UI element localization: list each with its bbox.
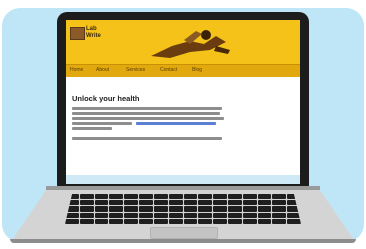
- keyboard-key: [94, 212, 109, 218]
- keyboard-key: [242, 212, 257, 218]
- keyboard-key: [242, 206, 257, 212]
- keyboard-key: [153, 200, 168, 206]
- keyboard-key: [94, 200, 109, 206]
- keyboard-key: [227, 194, 242, 200]
- logo-icon[interactable]: [70, 27, 85, 40]
- keyboard-key: [227, 218, 242, 224]
- keyboard-key: [227, 212, 242, 218]
- paragraph-line: [72, 117, 224, 120]
- site-nav: Home About Services Contact Blog: [66, 64, 300, 77]
- keyboard-key: [242, 218, 257, 224]
- keyboard-key: [124, 194, 139, 200]
- keyboard-key: [168, 200, 183, 206]
- laptop-keyboard: [65, 194, 301, 224]
- keyboard-key: [94, 206, 109, 212]
- keyboard-key: [79, 218, 94, 224]
- keyboard-key: [183, 206, 198, 212]
- paragraph-line: [72, 127, 112, 130]
- keyboard-key: [183, 194, 198, 200]
- keyboard-key: [139, 218, 153, 224]
- keyboard-key: [272, 200, 287, 206]
- keyboard-key: [198, 200, 213, 206]
- laptop-screen: Lab Write Home About Services Contact Bl…: [66, 20, 300, 184]
- keyboard-key: [124, 206, 139, 212]
- keyboard-key: [79, 194, 94, 200]
- keyboard-key: [168, 206, 183, 212]
- keyboard-key: [153, 206, 168, 212]
- keyboard-key: [139, 206, 153, 212]
- keyboard-key: [198, 218, 213, 224]
- keyboard-key: [79, 212, 94, 218]
- keyboard-key: [183, 218, 198, 224]
- nav-item-contact[interactable]: Contact: [160, 67, 177, 73]
- keyboard-key: [109, 218, 124, 224]
- keyboard-key: [124, 218, 139, 224]
- keyboard-key: [213, 212, 227, 218]
- page-footer-bar: [66, 175, 300, 184]
- keyboard-key: [213, 200, 227, 206]
- laptop-lid: Lab Write Home About Services Contact Bl…: [57, 12, 309, 188]
- keyboard-key: [79, 200, 94, 206]
- keyboard-key: [153, 194, 168, 200]
- keyboard-key: [139, 212, 153, 218]
- nav-item-home[interactable]: Home: [70, 67, 83, 73]
- keyboard-key: [198, 206, 213, 212]
- nav-item-about[interactable]: About: [96, 67, 109, 73]
- keyboard-key: [198, 194, 213, 200]
- keyboard-key: [139, 200, 153, 206]
- keyboard-key: [257, 200, 272, 206]
- keyboard-key: [257, 218, 272, 224]
- page-content: Unlock your health: [66, 77, 300, 184]
- keyboard-key: [213, 218, 227, 224]
- page-title: Unlock your health: [72, 94, 140, 103]
- keyboard-key: [153, 212, 168, 218]
- keyboard-key: [139, 194, 153, 200]
- keyboard-key: [198, 212, 213, 218]
- keyboard-key: [168, 218, 183, 224]
- paragraph-line: [72, 107, 222, 110]
- site-header: Lab Write: [66, 20, 300, 64]
- keyboard-key: [65, 218, 79, 224]
- keyboard-key: [79, 206, 94, 212]
- keyboard-key: [242, 194, 257, 200]
- keyboard-key: [287, 218, 301, 224]
- keyboard-key: [213, 194, 227, 200]
- keyboard-key: [213, 206, 227, 212]
- keyboard-key: [183, 212, 198, 218]
- keyboard-key: [109, 200, 124, 206]
- keyboard-key: [257, 194, 272, 200]
- keyboard-key: [94, 194, 109, 200]
- paragraph-line: [72, 122, 132, 125]
- site-brand[interactable]: Lab Write: [86, 26, 112, 40]
- keyboard-key: [272, 218, 287, 224]
- keyboard-key: [257, 212, 272, 218]
- keyboard-key: [227, 200, 242, 206]
- keyboard-key: [168, 212, 183, 218]
- keyboard-key: [109, 206, 124, 212]
- keyboard-key: [183, 200, 198, 206]
- keyboard-key: [94, 218, 109, 224]
- laptop-hinge: [46, 186, 320, 190]
- keyboard-key: [272, 194, 287, 200]
- nav-item-services[interactable]: Services: [126, 67, 145, 73]
- keyboard-key: [242, 200, 257, 206]
- paragraph-line: [72, 137, 222, 140]
- paragraph-link[interactable]: [136, 122, 216, 125]
- keyboard-key: [124, 200, 139, 206]
- keyboard-key: [109, 194, 124, 200]
- keyboard-key: [272, 212, 287, 218]
- keyboard-key: [153, 218, 168, 224]
- laptop-trackpad: [150, 227, 218, 239]
- nav-item-blog[interactable]: Blog: [192, 67, 202, 73]
- keyboard-key: [272, 206, 287, 212]
- laptop-front-edge: [10, 239, 356, 243]
- paragraph-line: [72, 112, 220, 115]
- keyboard-key: [227, 206, 242, 212]
- keyboard-key: [257, 206, 272, 212]
- keyboard-key: [168, 194, 183, 200]
- keyboard-key: [124, 212, 139, 218]
- hero-illustration: [151, 30, 230, 58]
- keyboard-key: [109, 212, 124, 218]
